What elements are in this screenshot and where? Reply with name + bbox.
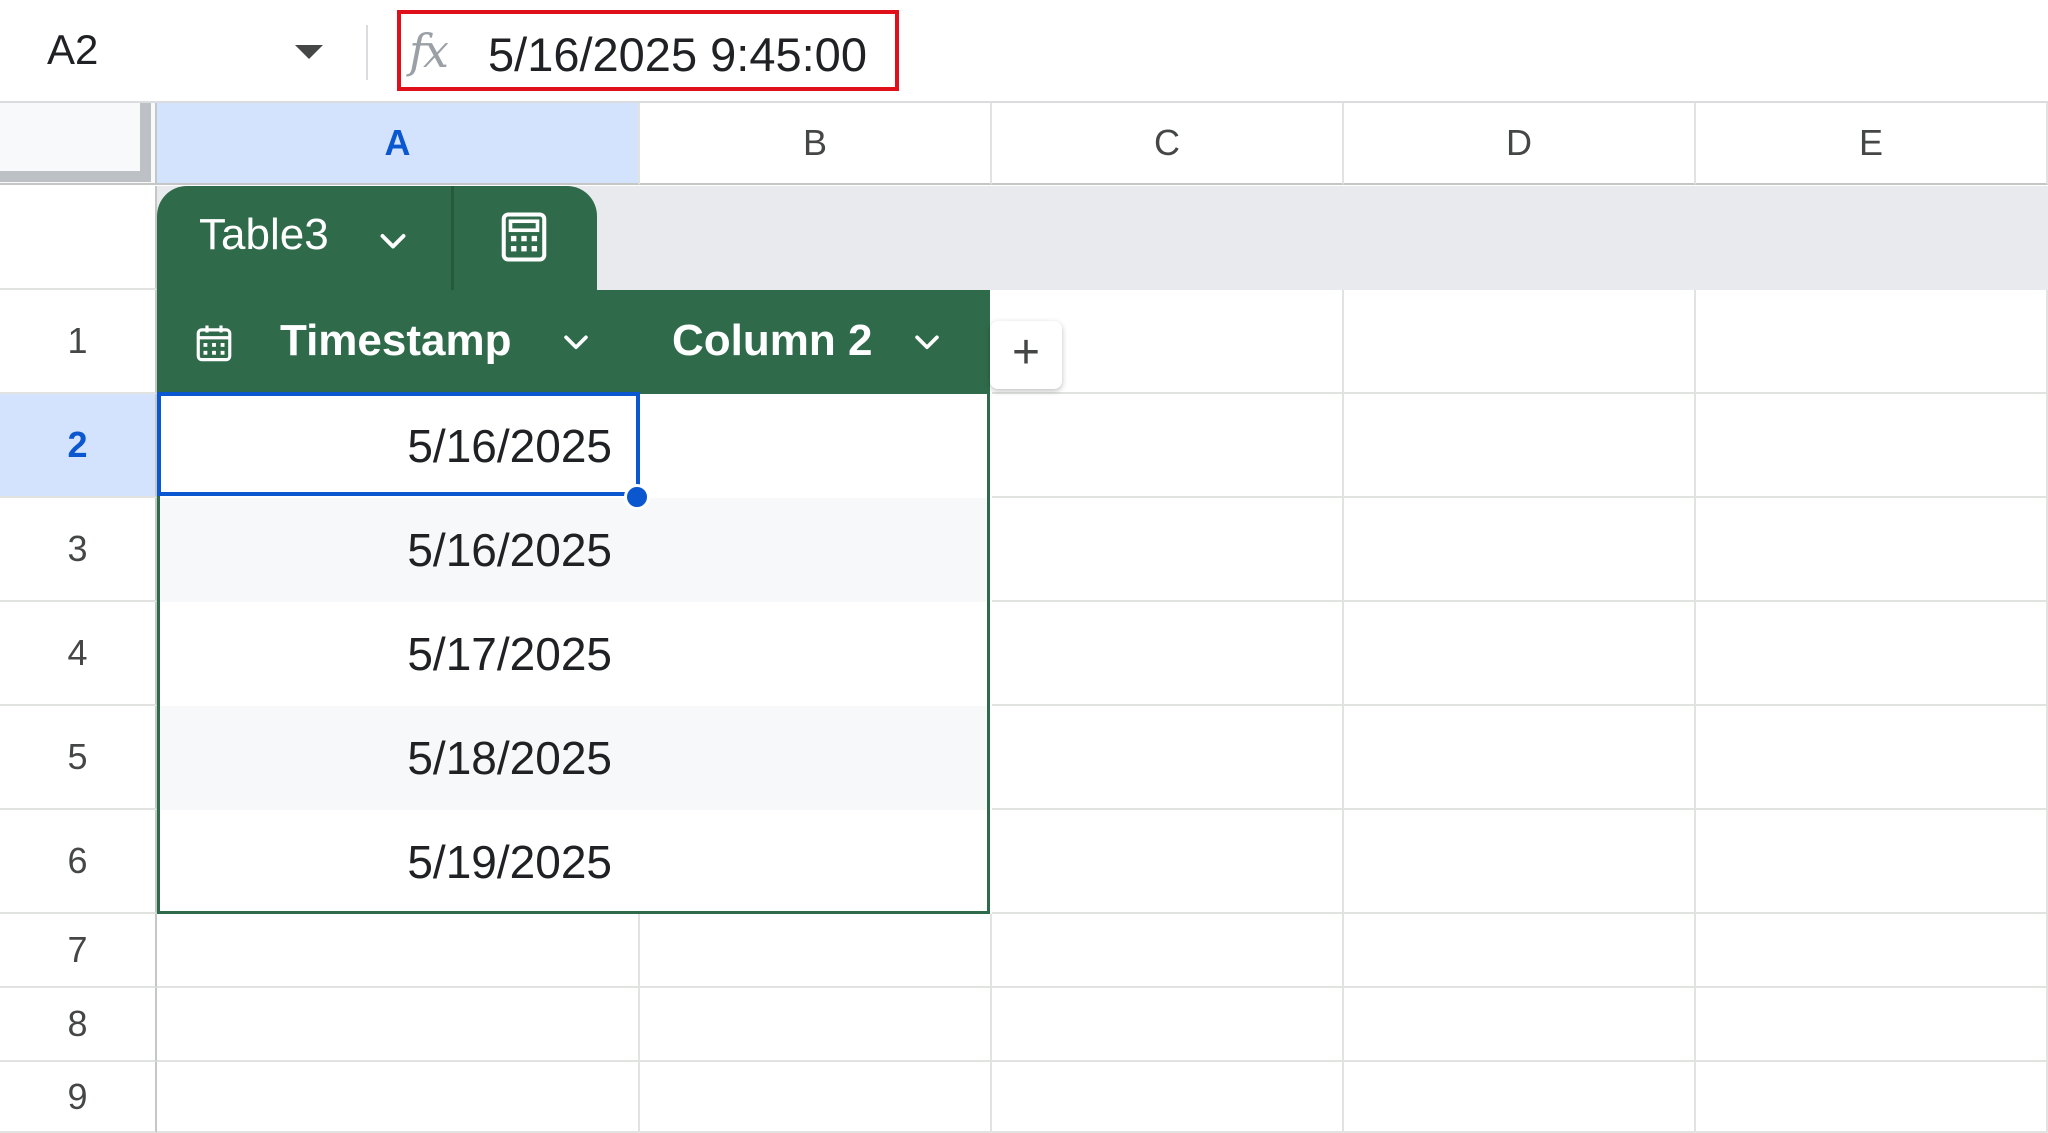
formula-bar-divider [366,25,368,80]
grid-cell[interactable] [157,1062,640,1133]
grid-cell[interactable] [1696,602,2048,706]
freeze-handle-vertical[interactable] [140,103,151,178]
grid-cell[interactable] [1344,810,1696,914]
grid-cell[interactable] [640,914,992,988]
table-tab[interactable]: Table3 [157,186,597,290]
grid-cell[interactable] [1696,498,2048,602]
grid-cell[interactable] [992,602,1344,706]
grid-cell[interactable] [1344,706,1696,810]
grid-cell[interactable] [992,498,1344,602]
grid-cell[interactable] [1696,810,2048,914]
column-header-c[interactable]: C [992,103,1344,185]
table-header-row: Timestamp Column 2 [157,290,990,394]
name-box[interactable]: A2 [0,0,360,101]
grid-cell[interactable] [1344,394,1696,498]
grid-cell[interactable] [1696,988,2048,1062]
formula-input-highlighted[interactable]: fx 5/16/2025 9:45:00 [397,10,899,91]
grid-cell[interactable] [640,1062,992,1133]
row-header-7[interactable]: 7 [0,914,157,988]
cell-a3[interactable]: 5/16/2025 [160,498,640,602]
column-header-b[interactable]: B [640,103,992,185]
grid-cell[interactable] [1344,1062,1696,1133]
column-header-d[interactable]: D [1344,103,1696,185]
table-row[interactable]: 5/18/2025 [160,706,987,810]
table-header-label: Timestamp [280,316,512,365]
grid-cell[interactable] [1696,914,2048,988]
column-header-a[interactable]: A [157,103,640,185]
name-box-dropdown-icon[interactable] [295,45,323,59]
cell-a6[interactable]: 5/19/2025 [160,810,640,914]
grid-cell[interactable] [1344,988,1696,1062]
table-menu-chevron-icon[interactable] [375,224,411,260]
grid-cell[interactable] [1344,602,1696,706]
grid-cell[interactable] [1344,290,1696,394]
grid-cell[interactable] [1696,1062,2048,1133]
row-header-2[interactable]: 2 [0,394,157,498]
row-header-1[interactable]: 1 [0,290,157,394]
grid-cell[interactable] [992,1062,1344,1133]
table-row[interactable]: 5/19/2025 [160,810,987,914]
table-summary-calculator-icon[interactable] [497,210,551,264]
row-header-table-band [0,186,157,290]
cell-a4[interactable]: 5/17/2025 [160,602,640,706]
row-header-4[interactable]: 4 [0,602,157,706]
row-header-5[interactable]: 5 [0,706,157,810]
row-header-3[interactable]: 3 [0,498,157,602]
active-cell-selection[interactable] [157,392,640,496]
grid-cell[interactable] [992,988,1344,1062]
table-row[interactable]: 5/16/2025 [160,498,987,602]
row-header-8[interactable]: 8 [0,988,157,1062]
freeze-handle-horizontal[interactable] [0,171,151,182]
table-row[interactable]: 5/17/2025 [160,602,987,706]
grid-cell[interactable] [1344,914,1696,988]
grid-cell[interactable] [157,988,640,1062]
table-header-timestamp[interactable]: Timestamp [157,290,640,394]
column-header-e[interactable]: E [1696,103,2048,185]
table-header-column-2[interactable]: Column 2 [640,290,990,394]
calendar-icon [196,325,232,362]
fill-handle[interactable] [624,484,650,510]
table-name[interactable]: Table3 [199,210,329,260]
add-column-button[interactable]: + [990,321,1062,389]
row-header-6[interactable]: 6 [0,810,157,914]
cell-a5[interactable]: 5/18/2025 [160,706,640,810]
grid-cell[interactable] [992,810,1344,914]
grid-cell[interactable] [992,914,1344,988]
chevron-down-icon[interactable] [559,326,593,360]
grid-cell[interactable] [1696,394,2048,498]
grid-cell[interactable] [1696,290,2048,394]
chevron-down-icon[interactable] [910,326,944,360]
row-header-9[interactable]: 9 [0,1062,157,1133]
grid-cell[interactable] [1696,706,2048,810]
formula-value[interactable]: 5/16/2025 9:45:00 [488,27,867,82]
table-header-label: Column 2 [672,316,873,365]
grid-cell[interactable] [640,988,992,1062]
select-all-corner[interactable] [0,103,157,185]
grid-cell[interactable] [1344,498,1696,602]
name-box-value[interactable]: A2 [47,26,98,74]
fx-icon: fx [409,24,449,78]
grid-cell[interactable] [157,914,640,988]
table-tab-divider [451,186,454,290]
formula-bar: A2 fx 5/16/2025 9:45:00 [0,0,2048,103]
grid-cell[interactable] [992,394,1344,498]
grid-cell[interactable] [992,706,1344,810]
